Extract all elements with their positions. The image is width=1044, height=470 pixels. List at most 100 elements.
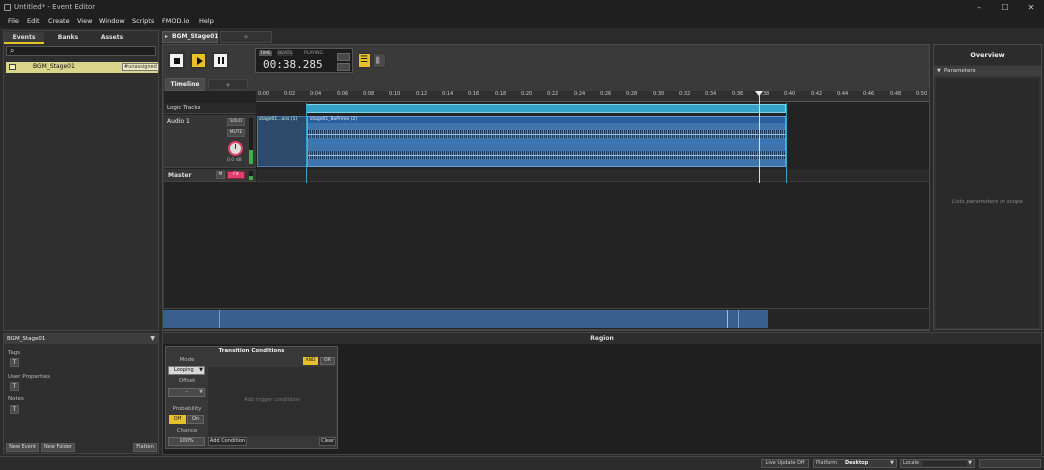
- event-icon: [9, 64, 16, 70]
- list-icon: ☰: [360, 55, 369, 65]
- loop-end-line: [786, 103, 787, 183]
- app-icon: [4, 4, 11, 11]
- audio-clip[interactable]: stage01...ons (1): [257, 116, 307, 167]
- probability-label: Probability: [172, 406, 202, 412]
- stop-icon: [174, 58, 180, 64]
- list-view-button[interactable]: ☰: [358, 53, 371, 68]
- mixer-icon: ⫼: [376, 56, 380, 65]
- volume-knob[interactable]: [228, 141, 243, 156]
- add-condition-button[interactable]: Add Condition: [208, 437, 247, 446]
- close-button[interactable]: ✕: [1018, 0, 1044, 15]
- new-tab-button[interactable]: +: [220, 31, 272, 43]
- flatten-button[interactable]: Flatten: [133, 443, 157, 452]
- menu-help[interactable]: Help: [199, 15, 214, 28]
- event-editor: TIME BEATS PLAYING 00:38.285 ☰ ⫼ Timelin…: [162, 44, 930, 331]
- user-properties-label: User Properties: [8, 374, 51, 380]
- menu-fmodio[interactable]: FMOD.io: [162, 15, 189, 28]
- notes-label: Notes: [8, 396, 24, 402]
- details-title: BGM_Stage01: [7, 336, 46, 342]
- chevron-down-icon: ▼: [937, 68, 941, 74]
- parameters-header[interactable]: ▼ Parameters: [934, 66, 1041, 76]
- master-track-header[interactable]: Master M FX: [164, 169, 256, 182]
- volume-value: 0.0 dB: [227, 158, 242, 163]
- track-name: Audio 1: [167, 118, 190, 125]
- chance-input[interactable]: 100%: [168, 437, 205, 446]
- minimize-button[interactable]: –: [966, 0, 992, 15]
- time-readout: 00:38.285: [263, 58, 323, 71]
- track-name: Master: [168, 172, 192, 179]
- region-panel: Region Transition Conditions Mode Loopin…: [162, 332, 1042, 455]
- loop-start-line: [306, 103, 307, 183]
- tab-timeline[interactable]: Timeline: [165, 78, 205, 91]
- platform-select[interactable]: Platform Desktop ▼: [813, 459, 897, 468]
- overview-strip[interactable]: [162, 308, 930, 330]
- mode-label: Mode: [179, 357, 195, 363]
- time-down-button[interactable]: [337, 63, 350, 71]
- playhead[interactable]: [759, 95, 760, 183]
- list-item[interactable]: BGM_Stage01 #unassigned: [6, 62, 159, 73]
- master-fx-button[interactable]: FX: [227, 171, 245, 179]
- probability-off-button[interactable]: Off: [169, 415, 186, 424]
- menu-edit[interactable]: Edit: [27, 15, 40, 28]
- menu-bar: File Edit Create View Window Scripts FMO…: [0, 15, 1044, 28]
- maximize-button[interactable]: ☐: [992, 0, 1018, 15]
- and-button[interactable]: AND: [303, 357, 318, 365]
- mute-button[interactable]: MUTE: [227, 129, 245, 137]
- audio-clip[interactable]: stage01_BoPrime (2): [307, 116, 786, 167]
- tab-banks[interactable]: Banks: [48, 32, 88, 44]
- menu-view[interactable]: View: [77, 15, 92, 28]
- event-name: BGM_Stage01: [33, 63, 75, 70]
- title-bar: Untitled* - Event Editor – ☐ ✕: [0, 0, 1044, 15]
- region-title: Region: [163, 333, 1041, 344]
- audio-track-header[interactable]: Audio 1 SOLO MUTE 0.0 dB: [164, 115, 256, 168]
- transition-title: Transition Conditions: [218, 348, 285, 354]
- beats-mode-button[interactable]: BEATS: [277, 51, 294, 56]
- locale-select[interactable]: Locale ▼: [900, 459, 975, 468]
- chevron-down-icon[interactable]: ▼: [150, 334, 155, 344]
- loop-region[interactable]: [306, 104, 786, 113]
- overview-panel: Overview ▼ Parameters Lists parameters i…: [933, 44, 1042, 330]
- level-meter: [249, 171, 253, 180]
- live-update-button[interactable]: Live Update Off: [761, 459, 809, 468]
- status-field: [979, 459, 1041, 468]
- master-mute-button[interactable]: M: [216, 171, 225, 179]
- parameters-placeholder: Lists parameters in scope: [952, 199, 1023, 205]
- offset-select[interactable]: -- ▼: [168, 388, 205, 397]
- time-up-button[interactable]: [337, 53, 350, 61]
- user-properties-edit-button[interactable]: T: [10, 382, 19, 391]
- new-event-button[interactable]: New Event: [6, 443, 39, 452]
- conditions-area[interactable]: Add trigger conditions: [208, 367, 336, 436]
- menu-scripts[interactable]: Scripts: [132, 15, 154, 28]
- menu-window[interactable]: Window: [99, 15, 125, 28]
- stop-button[interactable]: [168, 52, 185, 69]
- time-mode-button[interactable]: TIME: [259, 51, 272, 56]
- mixer-view-button[interactable]: ⫼: [373, 53, 386, 68]
- overview-viewport[interactable]: [163, 310, 768, 328]
- search-input[interactable]: ⌕: [6, 46, 156, 56]
- tab-assets[interactable]: Assets: [92, 32, 132, 44]
- play-button[interactable]: [190, 52, 207, 69]
- event-browser: Events Banks Assets ⌕ BGM_Stage01 #unass…: [3, 30, 159, 331]
- solo-button[interactable]: SOLO: [227, 118, 245, 126]
- chance-label: Chance: [176, 428, 198, 434]
- chevron-down-icon: ▼: [199, 367, 203, 373]
- time-ruler[interactable]: 0:00 0:02 0:04 0:06 0:08 0:10 0:12 0:14 …: [256, 91, 929, 102]
- play-icon: [197, 57, 203, 65]
- clear-button[interactable]: Clear: [319, 437, 336, 446]
- logic-tracks-label: Logic Tracks: [164, 103, 256, 114]
- notes-edit-button[interactable]: T: [10, 405, 19, 414]
- tags-edit-button[interactable]: T: [10, 358, 19, 367]
- probability-on-button[interactable]: On: [187, 415, 204, 424]
- new-folder-button[interactable]: New Folder: [41, 443, 75, 452]
- add-parameter-tab[interactable]: +: [208, 79, 248, 90]
- tab-bgm-stage01[interactable]: ▸ BGM_Stage01: [162, 31, 218, 43]
- or-button[interactable]: OR: [320, 357, 335, 365]
- clip-label: stage01_BoPrime (2): [310, 117, 357, 122]
- status-bar: Live Update Off Platform Desktop ▼ Local…: [0, 456, 1044, 470]
- menu-create[interactable]: Create: [48, 15, 70, 28]
- tab-events[interactable]: Events: [4, 32, 44, 44]
- menu-file[interactable]: File: [8, 15, 19, 28]
- pause-button[interactable]: [212, 52, 229, 69]
- chevron-down-icon: ▼: [199, 389, 203, 395]
- mode-select[interactable]: Looping ▼: [168, 366, 205, 375]
